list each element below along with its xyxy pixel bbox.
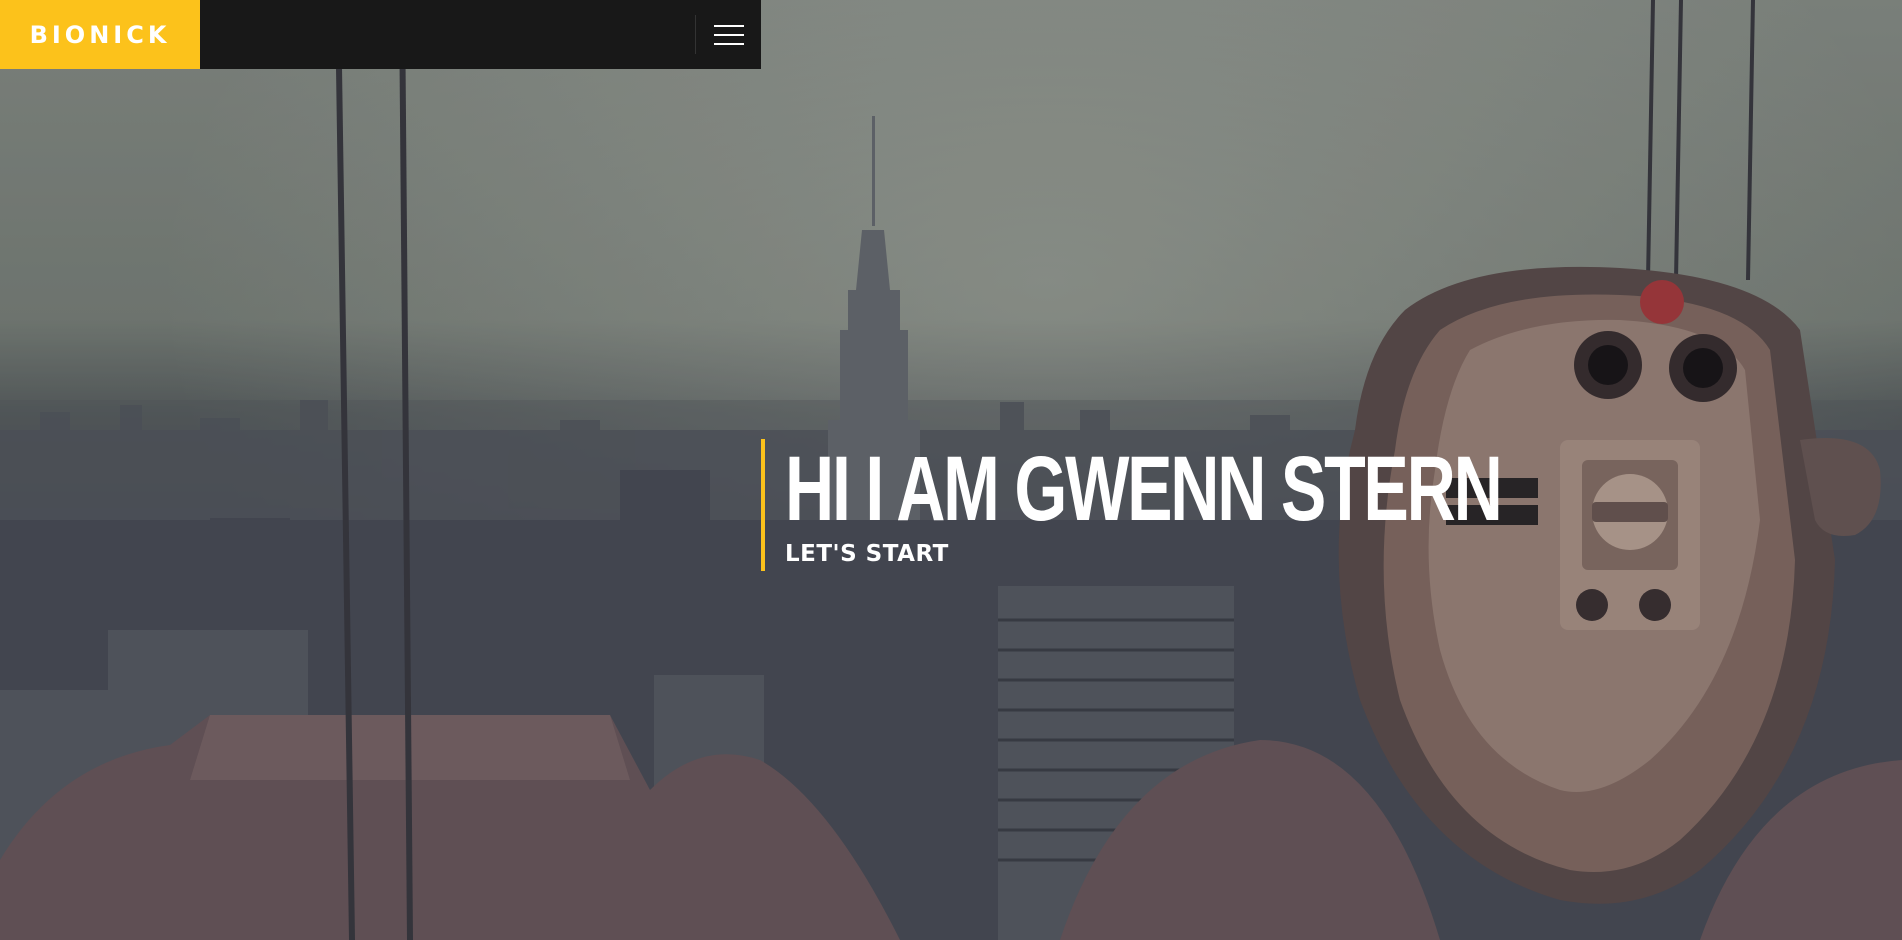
lets-start-link[interactable]: LET'S START <box>785 541 949 567</box>
menu-button[interactable] <box>696 0 761 69</box>
hamburger-line <box>713 24 744 27</box>
top-navigation-bar: BIONICK <box>0 0 761 69</box>
hamburger-line <box>713 33 744 36</box>
hero-headline-block: HI I AM GWENN STERN LET'S START <box>761 439 1752 571</box>
hamburger-line <box>713 42 744 45</box>
hero-headline: HI I AM GWENN STERN <box>785 438 1503 540</box>
hamburger-menu-icon <box>713 24 744 45</box>
logo-text: BIONICK <box>29 20 171 49</box>
logo[interactable]: BIONICK <box>0 0 200 69</box>
hero-section: HI I AM GWENN STERN LET'S START <box>0 0 1902 940</box>
